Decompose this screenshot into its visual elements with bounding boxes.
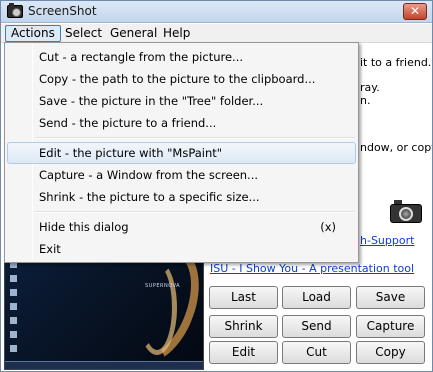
copy-button[interactable]: Copy [356,341,425,364]
actions-dropdown-menu: Cut - a rectangle from the picture... Co… [4,42,359,263]
preview-caption: SUPERNOVA [145,283,181,289]
support-link[interactable]: h-Support [360,234,414,247]
window-title: ScreenShot [28,4,97,18]
help-text-line-3: n. [360,94,371,107]
hide-shortcut: (x) [320,220,336,234]
save-button[interactable]: Save [356,286,425,309]
menu-item-copy[interactable]: Copy - the path to the picture to the cl… [7,68,356,90]
menu-item-save[interactable]: Save - the picture in the "Tree" folder.… [7,90,356,112]
menu-item-hide[interactable]: Hide this dialog (x) [7,216,356,238]
load-button[interactable]: Load [282,286,351,309]
menu-item-send[interactable]: Send - the picture to a friend... [7,112,356,134]
send-button[interactable]: Send [282,315,351,338]
screenshot-window: ScreenShot ✕ Actions Select General Help… [0,0,433,372]
shrink-button[interactable]: Shrink [209,315,278,338]
help-text-line-1: it to a friend. [360,56,432,69]
capture-button[interactable]: Capture [356,315,425,338]
menu-separator [35,137,355,139]
menu-item-exit[interactable]: Exit [7,238,356,260]
menu-item-hide-label: Hide this dialog [39,220,129,234]
last-button[interactable]: Last [209,286,278,309]
title-bar[interactable]: ScreenShot ✕ [1,1,432,23]
menu-select[interactable]: Select [60,25,107,42]
menu-actions[interactable]: Actions [5,25,61,42]
cut-button[interactable]: Cut [282,341,351,364]
menu-item-capture[interactable]: Capture - a Window from the screen... [7,164,356,186]
menu-general[interactable]: General [105,25,162,42]
menu-help[interactable]: Help [158,25,195,42]
edit-button[interactable]: Edit [209,341,278,364]
menu-bar: Actions Select General Help [1,24,432,43]
picture-preview: SUPERNOVA [4,254,204,370]
menu-item-edit[interactable]: Edit - the picture with "MsPaint" [7,142,356,164]
isu-link[interactable]: ISU - I Show You - A presentation tool [210,262,414,275]
camera-icon [390,199,422,223]
help-text-line-2: ray. [360,81,380,94]
camera-app-icon [7,3,23,18]
help-text-line-4: ndow, or copy [360,141,433,154]
menu-item-cut[interactable]: Cut - a rectangle from the picture... [7,46,356,68]
close-button[interactable]: ✕ [403,3,427,20]
menu-item-shrink[interactable]: Shrink - the picture to a specific size.… [7,186,356,208]
menu-separator [35,211,355,213]
